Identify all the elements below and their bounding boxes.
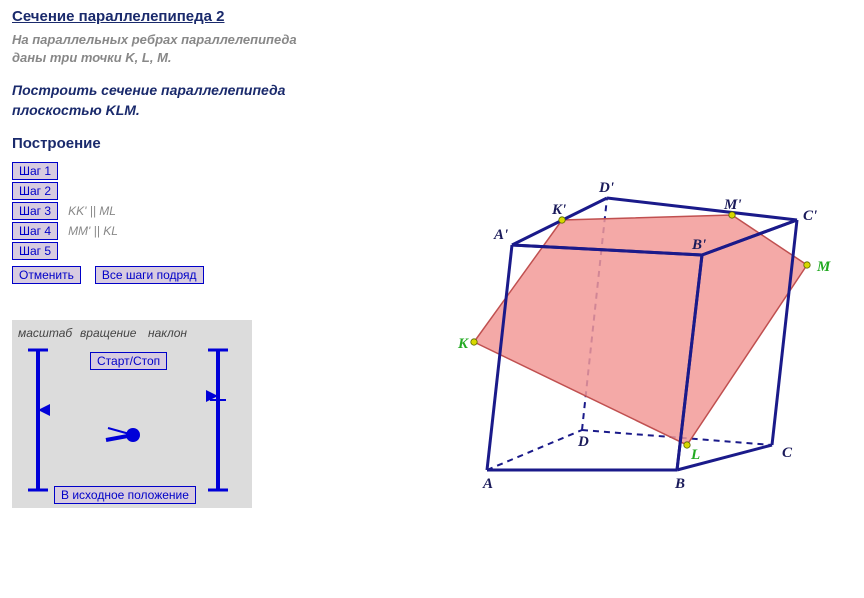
point-M[interactable] (804, 261, 810, 267)
rotation-dial[interactable] (106, 428, 140, 442)
all-steps-button[interactable]: Все шаги подряд (95, 266, 204, 284)
step-3-note: KK' || ML (68, 204, 116, 218)
start-stop-button[interactable]: Старт/Стоп (90, 352, 167, 370)
task-line1: Построить сечение параллелепипеда (12, 82, 285, 98)
label-L: L (690, 447, 700, 463)
subtitle-line2: даны три точки K, L, M. (12, 50, 172, 65)
construction-header: Построение (12, 135, 852, 152)
subtitle-line1: На параллельных ребрах параллелепипеда (12, 32, 297, 47)
reset-position-button[interactable]: В исходное положение (54, 486, 196, 504)
cancel-button[interactable]: Отменить (12, 266, 81, 284)
task-statement: Построить сечение параллелепипеда плоско… (12, 81, 852, 120)
label-D': D' (598, 180, 614, 196)
label-C': C' (803, 208, 817, 224)
step-4-button[interactable]: Шаг 4 (12, 222, 58, 240)
label-M: M (816, 259, 831, 275)
problem-statement: На параллельных ребрах параллелепипеда д… (12, 31, 852, 67)
cross-section (474, 215, 807, 445)
label-K': K' (551, 202, 566, 218)
label-C: C (782, 445, 793, 461)
point-K[interactable] (471, 338, 477, 344)
scale-label: масштаб (18, 326, 78, 340)
parallelepiped-figure[interactable]: A B C D A' B' C' D' K L M K' M' (432, 160, 852, 530)
label-A: A (482, 476, 493, 492)
step-2-button[interactable]: Шаг 2 (12, 182, 58, 200)
control-panel: масштаб вращение наклон (12, 320, 252, 508)
step-1-button[interactable]: Шаг 1 (12, 162, 58, 180)
label-M': M' (723, 197, 742, 213)
tilt-label: наклон (148, 326, 187, 340)
label-A': A' (493, 227, 508, 243)
task-line2: плоскостью KLM. (12, 102, 140, 118)
label-B: B (674, 476, 685, 492)
label-K: K (457, 336, 469, 352)
label-B': B' (691, 237, 706, 253)
page-title: Сечение параллелепипеда 2 (12, 8, 852, 25)
step-4-note: MM' || KL (68, 224, 118, 238)
edge-A-D (487, 430, 582, 470)
point-L[interactable] (684, 441, 690, 447)
rotation-label: вращение (80, 326, 146, 340)
step-5-button[interactable]: Шаг 5 (12, 242, 58, 260)
step-3-button[interactable]: Шаг 3 (12, 202, 58, 220)
label-D: D (577, 434, 589, 450)
